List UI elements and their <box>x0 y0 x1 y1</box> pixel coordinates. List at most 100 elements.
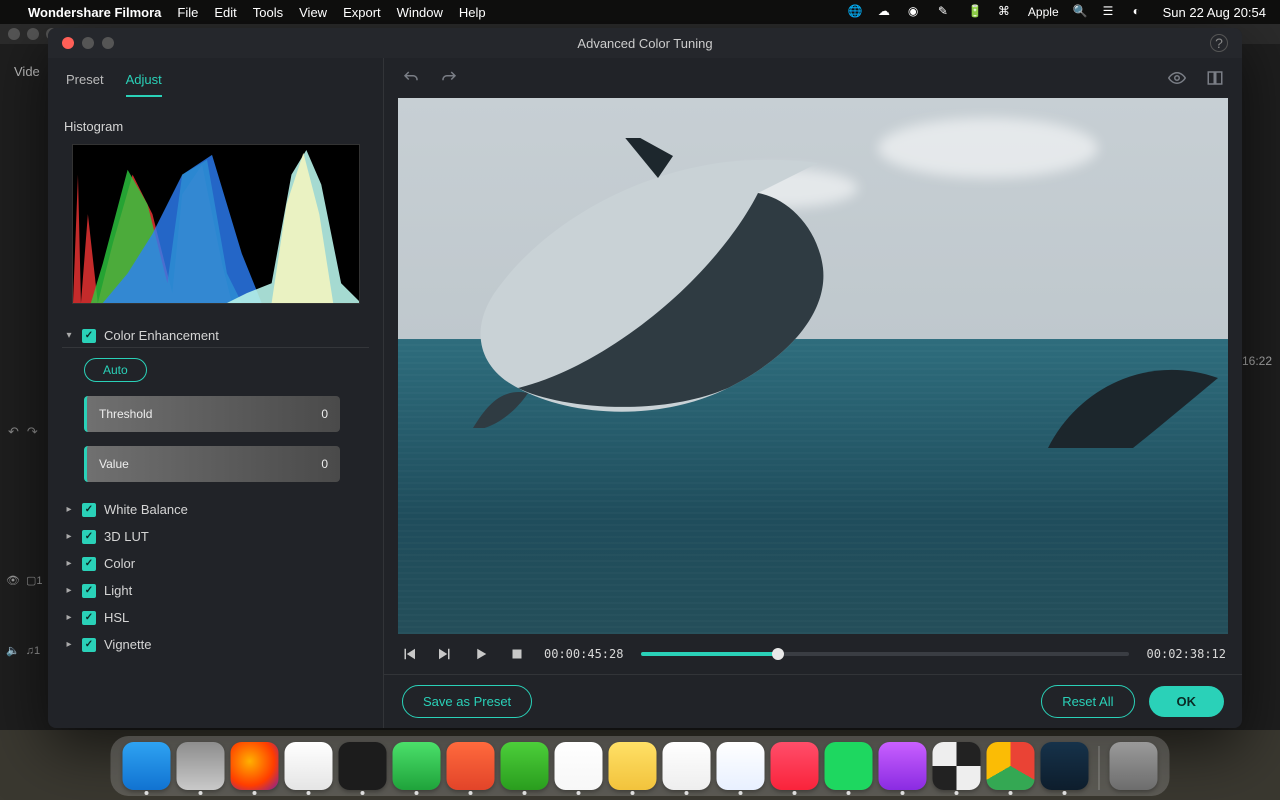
bg-traffic-close[interactable] <box>8 28 20 40</box>
group-label: Color <box>104 556 135 571</box>
status-pencil-icon[interactable]: ✎ <box>938 4 954 20</box>
checkbox-color-enhancement[interactable]: ✓ <box>82 329 96 343</box>
bg-redo-icon[interactable]: ↷ <box>27 424 38 440</box>
modal-close-button[interactable] <box>62 37 74 49</box>
checkbox-white-balance[interactable]: ✓ <box>82 503 96 517</box>
prev-frame-button[interactable] <box>400 645 418 663</box>
group-color-enhancement[interactable]: ▾ ✓ Color Enhancement <box>62 322 369 348</box>
checkbox-hsl[interactable]: ✓ <box>82 611 96 625</box>
bg-video-track-label: 👁▢1 <box>6 574 42 587</box>
dock-app-filmora[interactable] <box>1041 742 1089 790</box>
chevron-right-icon: ▸ <box>64 558 74 569</box>
menu-help[interactable]: Help <box>459 5 486 20</box>
dolphin-fin-illustration <box>1038 348 1228 458</box>
slider-label: Value <box>99 457 129 471</box>
group-white-balance[interactable]: ▸ ✓ White Balance <box>62 496 369 523</box>
next-frame-button[interactable] <box>436 645 454 663</box>
dock-app-whatsapp[interactable] <box>393 742 441 790</box>
reset-all-button[interactable]: Reset All <box>1041 685 1134 718</box>
dock-separator <box>1099 746 1100 790</box>
status-cloud-icon[interactable]: ☁︎ <box>878 4 894 20</box>
menu-export[interactable]: Export <box>343 5 381 20</box>
modal-titlebar: Advanced Color Tuning ? <box>48 28 1242 58</box>
status-battery-icon[interactable]: 🔋 <box>968 4 984 20</box>
status-control-center-icon[interactable]: ☰ <box>1103 4 1119 20</box>
status-user-label[interactable]: Apple <box>1028 5 1059 19</box>
app-name[interactable]: Wondershare Filmora <box>28 5 161 20</box>
dock-app-podcasts[interactable] <box>879 742 927 790</box>
dock-app-textedit[interactable] <box>663 742 711 790</box>
dock-app-finder[interactable] <box>123 742 171 790</box>
current-timecode: 00:00:45:28 <box>544 647 623 661</box>
slider-value[interactable]: Value 0 <box>84 446 369 482</box>
slider-threshold[interactable]: Threshold 0 <box>84 396 369 432</box>
chevron-right-icon: ▸ <box>64 639 74 650</box>
status-siri-icon[interactable]: ◐ <box>1133 4 1149 20</box>
dock-app-mail[interactable] <box>717 742 765 790</box>
status-search-icon[interactable]: 🔍 <box>1073 4 1089 20</box>
dock-app-stickies[interactable] <box>609 742 657 790</box>
checkbox-color[interactable]: ✓ <box>82 557 96 571</box>
menu-file[interactable]: File <box>177 5 198 20</box>
status-record-icon[interactable]: ◉ <box>908 4 924 20</box>
menu-edit[interactable]: Edit <box>214 5 236 20</box>
chevron-right-icon: ▸ <box>64 612 74 623</box>
tab-adjust[interactable]: Adjust <box>126 72 162 97</box>
group-3d-lut[interactable]: ▸ ✓ 3D LUT <box>62 523 369 550</box>
chevron-down-icon: ▾ <box>64 330 74 341</box>
video-preview <box>398 98 1228 634</box>
menu-view[interactable]: View <box>299 5 327 20</box>
dock-trash[interactable] <box>1110 742 1158 790</box>
dock-app-music[interactable] <box>771 742 819 790</box>
group-hsl[interactable]: ▸ ✓ HSL <box>62 604 369 631</box>
undo-icon[interactable] <box>402 69 420 87</box>
macos-dock <box>111 736 1170 796</box>
dock-app-chess[interactable] <box>933 742 981 790</box>
menubar-clock[interactable]: Sun 22 Aug 20:54 <box>1163 5 1266 20</box>
macos-menubar: Wondershare Filmora File Edit Tools View… <box>0 0 1280 24</box>
dock-app-chrome[interactable] <box>987 742 1035 790</box>
bg-audio-track-label: 🔈♫1 <box>6 644 40 657</box>
checkbox-light[interactable]: ✓ <box>82 584 96 598</box>
transport-bar: 00:00:45:28 00:02:38:12 <box>384 634 1242 674</box>
save-preset-button[interactable]: Save as Preset <box>402 685 532 718</box>
auto-button[interactable]: Auto <box>84 358 147 382</box>
dock-app-terminal[interactable] <box>339 742 387 790</box>
compare-view-icon[interactable] <box>1206 69 1224 87</box>
dock-app-firefox[interactable] <box>231 742 279 790</box>
checkbox-vignette[interactable]: ✓ <box>82 638 96 652</box>
dock-app-evernote[interactable] <box>501 742 549 790</box>
menu-tools[interactable]: Tools <box>253 5 283 20</box>
color-tuning-modal: Advanced Color Tuning ? Preset Adjust Hi… <box>48 28 1242 728</box>
bg-undo-icon[interactable]: ↶ <box>8 424 19 440</box>
dock-app-spotify[interactable] <box>825 742 873 790</box>
menu-window[interactable]: Window <box>397 5 443 20</box>
ok-button[interactable]: OK <box>1149 686 1225 717</box>
status-link-icon[interactable]: ⌘ <box>998 4 1014 20</box>
group-label: Light <box>104 583 132 598</box>
preview-toggle-icon[interactable] <box>1168 69 1186 87</box>
dock-app-vscode[interactable] <box>285 742 333 790</box>
stop-button[interactable] <box>508 645 526 663</box>
dock-app-notes[interactable] <box>555 742 603 790</box>
status-globe-icon[interactable]: 🌐 <box>848 4 864 20</box>
group-color[interactable]: ▸ ✓ Color <box>62 550 369 577</box>
redo-icon[interactable] <box>440 69 458 87</box>
slider-value: 0 <box>321 407 328 421</box>
checkbox-3d-lut[interactable]: ✓ <box>82 530 96 544</box>
modal-zoom-button[interactable] <box>102 37 114 49</box>
group-light[interactable]: ▸ ✓ Light <box>62 577 369 604</box>
dock-app-launchpad[interactable] <box>177 742 225 790</box>
help-icon[interactable]: ? <box>1210 34 1228 52</box>
scrub-bar[interactable] <box>641 652 1128 656</box>
modal-footer: Save as Preset Reset All OK <box>384 674 1242 728</box>
group-label: 3D LUT <box>104 529 149 544</box>
bg-traffic-min[interactable] <box>27 28 39 40</box>
tab-preset[interactable]: Preset <box>66 72 104 97</box>
play-button[interactable] <box>472 645 490 663</box>
group-vignette[interactable]: ▸ ✓ Vignette <box>62 631 369 658</box>
group-label: Vignette <box>104 637 151 652</box>
dock-app-todoist[interactable] <box>447 742 495 790</box>
modal-minimize-button[interactable] <box>82 37 94 49</box>
dolphin-illustration <box>458 138 878 428</box>
